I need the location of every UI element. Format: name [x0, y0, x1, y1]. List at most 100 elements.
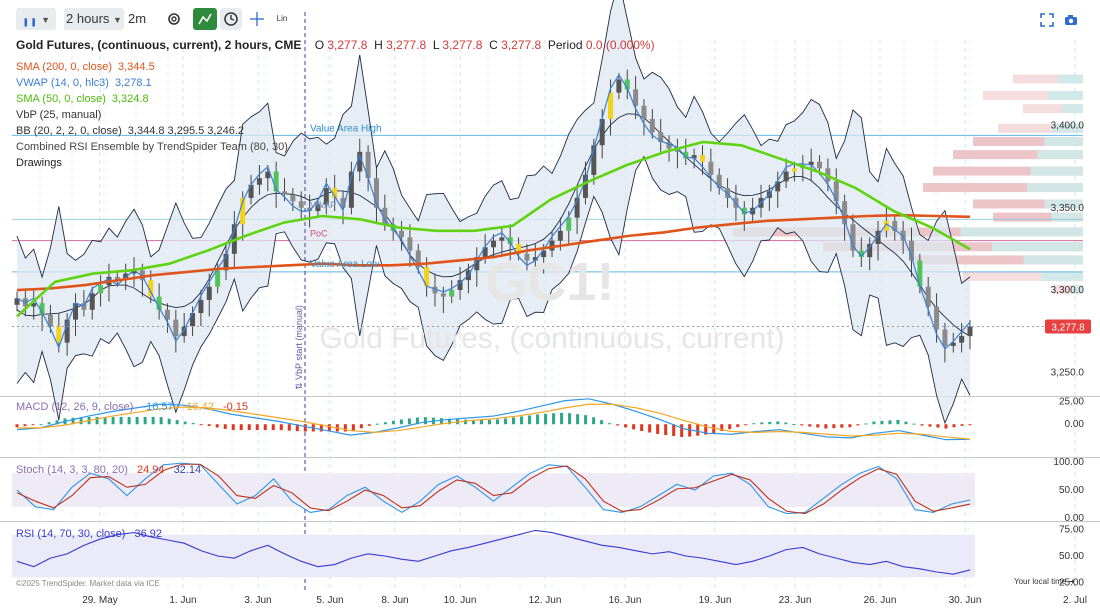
rsi-y-tick-label: 50.00 — [1059, 551, 1084, 562]
x-tick-label: 5. Jun — [316, 595, 343, 606]
macd-histogram-bar — [119, 416, 123, 425]
panel-divider — [0, 521, 1100, 522]
chart-canvas[interactable]: 29. May 1. Jun 3. Jun 5. Jun 8. Jun 10. Jun 12… — [0, 0, 1100, 610]
legend-vwap[interactable]: VWAP (14, 0, hlc3) 3,278.1 — [16, 76, 152, 90]
candle-body — [791, 168, 797, 172]
macd-histogram-bar — [600, 420, 604, 425]
macd-histogram-bar — [536, 414, 540, 425]
high-label: H — [374, 38, 383, 52]
macd-histogram-bar — [175, 420, 179, 425]
vwap-label: VWAP — [310, 200, 336, 210]
x-tick-label: 29. May — [82, 595, 118, 606]
legend-drawings[interactable]: Drawings — [16, 156, 62, 170]
macd-histogram-bar — [616, 424, 620, 426]
macd-histogram-bar — [351, 424, 355, 431]
symbol-title: Gold Futures, (continuous, current), 2 h… — [16, 38, 302, 52]
x-tick-label: 3. Jun — [244, 595, 271, 606]
macd-histogram-bar — [239, 424, 243, 431]
x-tick-label: 8. Jun — [381, 595, 408, 606]
macd-histogram-bar — [792, 423, 796, 425]
vbp-bar-up — [1044, 136, 1083, 146]
macd-histogram-bar — [496, 419, 500, 425]
candle-body — [215, 270, 221, 287]
candle-body — [783, 171, 789, 182]
macd-histogram-bar — [223, 424, 227, 429]
macd-histogram-bar — [592, 417, 596, 425]
legend-vbp[interactable]: VbP (25, manual) — [16, 108, 101, 122]
macd-histogram-bar — [263, 424, 267, 431]
candle-body — [616, 79, 622, 93]
macd-histogram-bar — [584, 415, 588, 425]
macd-histogram-bar — [640, 424, 644, 431]
macd-histogram-bar — [512, 417, 516, 425]
y-tick-label: 3,400.0 — [1051, 121, 1085, 132]
macd-histogram-bar — [255, 424, 259, 431]
macd-histogram-bar — [760, 422, 764, 425]
macd-histogram-bar — [936, 424, 940, 428]
macd-histogram-bar — [375, 423, 379, 425]
macd-histogram-bar — [560, 412, 564, 425]
vbp-bar-up — [1062, 104, 1083, 114]
legend-macd[interactable]: MACD (12, 26, 9, close) -16.57 -16.42 -0… — [16, 400, 248, 414]
candle-body — [641, 105, 647, 119]
macd-histogram-bar — [568, 413, 572, 425]
legend-rsi-ensemble[interactable]: Combined RSI Ensemble by TrendSpider Tea… — [16, 140, 288, 154]
legend-value: 3,278.1 — [114, 77, 152, 89]
candle-body — [290, 194, 296, 202]
macd-histogram-bar — [271, 424, 275, 431]
high-value: 3,277.8 — [386, 38, 427, 52]
last-price-label: 3,277.8 — [1051, 323, 1085, 334]
macd-histogram-bar — [920, 424, 924, 426]
legend-sma200[interactable]: SMA (200, 0, close) 3,344.5 — [16, 60, 155, 74]
macd-histogram-bar — [15, 424, 19, 428]
legend-sma50[interactable]: SMA (50, 0, close) 3,324.8 — [16, 92, 149, 106]
candle-body — [708, 161, 714, 175]
candle-body — [282, 191, 288, 195]
legend-label: BB (20, 2, 2, 0, close) — [16, 125, 122, 137]
legend-value: 3,344.8 3,295.5 3,246.2 — [127, 125, 244, 137]
macd-y-tick-label: 0.00 — [1065, 419, 1085, 430]
candle-body — [917, 260, 923, 287]
candle-body — [407, 237, 413, 251]
candle-body — [256, 178, 262, 185]
macd-histogram-bar — [95, 416, 99, 425]
macd-histogram-bar — [656, 424, 660, 434]
macd-histogram-bar — [928, 424, 932, 427]
stoch-d-value: 24.94 — [136, 464, 165, 476]
period-label: Period — [547, 38, 583, 52]
local-time-label: Your local time ➜ — [1014, 577, 1075, 586]
legend-rsi[interactable]: RSI (14, 70, 30, close) 36.92 — [16, 527, 162, 541]
candle-body — [440, 293, 446, 297]
macd-histogram-bar — [159, 417, 163, 425]
macd-histogram-bar — [744, 424, 748, 426]
macd-histogram-bar — [696, 424, 700, 436]
candle-body — [73, 303, 79, 320]
panel-divider — [0, 396, 1100, 397]
vbp-bar-up — [1037, 150, 1083, 160]
macd-histogram-bar — [752, 423, 756, 425]
candle-body — [959, 336, 965, 343]
macd-histogram-bar — [199, 424, 203, 426]
candle-body — [967, 326, 973, 337]
legend-stoch[interactable]: Stoch (14, 3, 3, 80, 20) 24.94 32.14 — [16, 463, 201, 477]
vbp-bar-up — [960, 227, 1083, 237]
macd-histogram-bar — [463, 419, 467, 425]
legend-bb[interactable]: BB (20, 2, 2, 0, close) 3,344.8 3,295.5 3… — [16, 124, 244, 138]
macd-histogram-bar — [912, 423, 916, 425]
x-tick-label: 12. Jun — [529, 595, 562, 606]
legend-label: SMA (200, 0, close) — [16, 61, 112, 73]
macd-signal-value: -16.42 — [182, 401, 214, 413]
macd-value: -16.57 — [142, 401, 174, 413]
legend-label: VbP (25, manual) — [16, 109, 102, 121]
rsi-y-tick-label: 75.00 — [1059, 524, 1084, 535]
macd-histogram-bar — [520, 416, 524, 425]
x-tick-label: 10. Jun — [444, 595, 477, 606]
macd-histogram-bar — [768, 421, 772, 425]
macd-histogram-bar — [23, 424, 27, 427]
candle-body — [206, 286, 212, 300]
candle-body — [942, 329, 948, 346]
vbp-bar-up — [1051, 212, 1083, 222]
macd-histogram-bar — [888, 420, 892, 425]
candle-body — [566, 217, 572, 231]
ohlc-readout: O 3,277.8 H 3,277.8 L 3,277.8 C 3,277.8 … — [315, 38, 655, 52]
